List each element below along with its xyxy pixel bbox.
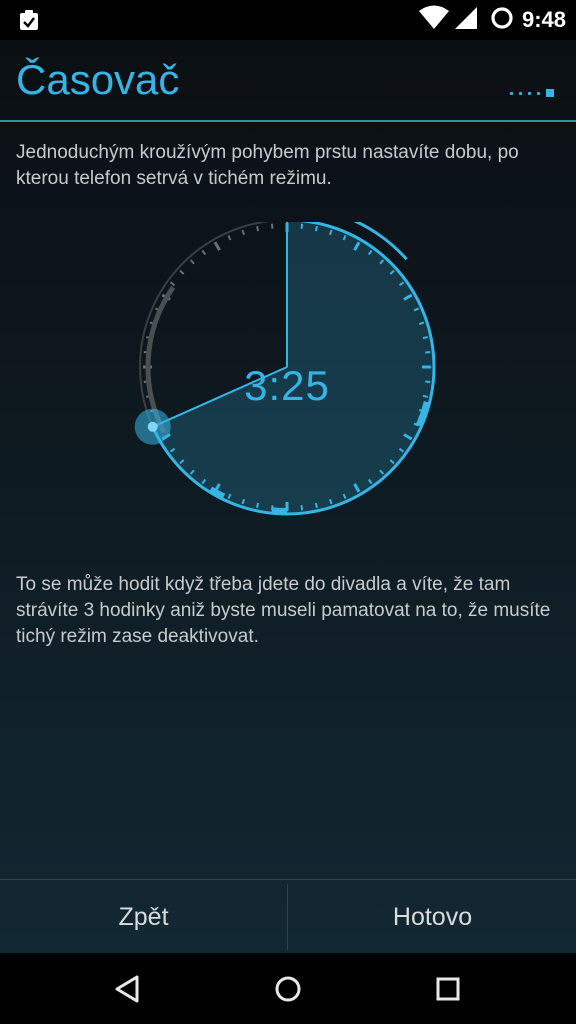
recents-square-icon[interactable] [416, 967, 480, 1011]
navigation-bar [0, 953, 576, 1024]
dial-handle-center [147, 421, 158, 432]
dial-tick [425, 380, 431, 384]
status-bar: 9:48 [0, 0, 576, 40]
cell-signal-icon [454, 6, 478, 35]
page-dot [528, 91, 531, 95]
dial-tick [422, 394, 429, 398]
button-divider [287, 884, 288, 950]
timer-readout: 3:25 [244, 362, 330, 409]
dial-tick [256, 502, 260, 509]
dial-tick [314, 502, 318, 509]
page-dot [510, 91, 513, 95]
wifi-icon [418, 5, 450, 36]
back-button[interactable]: Zpět [0, 880, 287, 954]
clipboard-check-icon [18, 9, 40, 36]
circle-icon [490, 6, 514, 35]
page-indicator [504, 89, 554, 97]
dial-tick [425, 350, 431, 354]
app-screen: Časovač Jednoduchým kroužívým pohybem pr… [0, 40, 576, 953]
dial-hour-marker [271, 507, 288, 514]
home-circle-icon[interactable] [256, 967, 320, 1011]
dial-tick [169, 281, 176, 287]
dial-tick [300, 505, 304, 511]
status-time: 9:48 [521, 7, 566, 32]
dial-tick [189, 259, 195, 265]
page-title: Časovač [16, 56, 180, 103]
header-divider [0, 120, 576, 122]
intro-text: Jednoduchým kroužívým pohybem prstu nast… [16, 142, 519, 189]
dial-tick [422, 336, 429, 340]
dial-tick [314, 225, 318, 232]
dial-tick [201, 249, 207, 256]
dial-tick [300, 223, 304, 229]
dial-tick [241, 229, 245, 236]
back-triangle-icon[interactable] [96, 967, 160, 1011]
page-dot [519, 91, 522, 95]
outro-text: To se může hodit když třeba jdete do div… [16, 574, 551, 647]
page-dot [537, 91, 540, 95]
page-dot-active [546, 89, 554, 97]
dial-tick [179, 269, 185, 275]
dial-tick [213, 241, 221, 251]
dial-tick [270, 223, 274, 229]
done-button[interactable]: Hotovo [289, 880, 576, 954]
bottom-button-bar: Zpět Hotovo [0, 879, 576, 954]
header: Časovač [0, 40, 576, 120]
dial-tick [227, 235, 232, 241]
dial-tick [256, 225, 260, 232]
